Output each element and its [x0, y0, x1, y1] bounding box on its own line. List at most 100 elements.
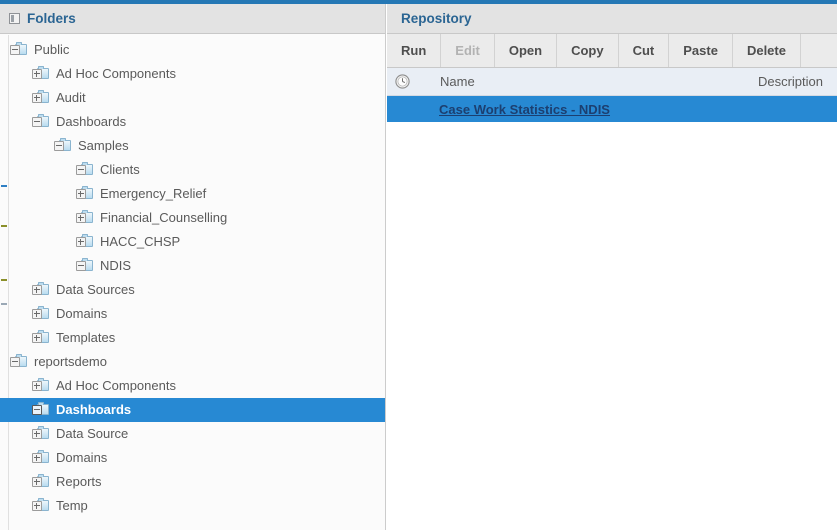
- tree-node-audit[interactable]: Audit: [0, 86, 385, 110]
- tree-node-label: Reports: [56, 474, 102, 489]
- tree-node-data-sources[interactable]: Data Sources: [0, 278, 385, 302]
- tree-node-label: Audit: [56, 90, 86, 105]
- expand-toggle-icon[interactable]: [32, 381, 42, 391]
- tree-node-ad-hoc-components[interactable]: Ad Hoc Components: [0, 374, 385, 398]
- collapse-toggle-icon[interactable]: [32, 117, 42, 127]
- tree-node-hacc-chsp[interactable]: HACC_CHSP: [0, 230, 385, 254]
- folder-closed-icon: [32, 330, 49, 345]
- collapse-toggle-icon[interactable]: [76, 261, 86, 271]
- tree-node-label: HACC_CHSP: [100, 234, 181, 249]
- tree-node-reportsdemo[interactable]: reportsdemo: [0, 350, 385, 374]
- folder-open-icon: [76, 258, 93, 273]
- tree-node-domains[interactable]: Domains: [0, 302, 385, 326]
- panel-collapse-icon[interactable]: [9, 13, 20, 24]
- collapse-toggle-icon[interactable]: [10, 45, 20, 55]
- toolbar-button-open[interactable]: Open: [495, 34, 558, 67]
- folder-closed-icon: [32, 426, 49, 441]
- expand-toggle-icon[interactable]: [32, 333, 42, 343]
- tree-node-emergency-relief[interactable]: Emergency_Relief: [0, 182, 385, 206]
- expand-toggle-icon[interactable]: [76, 237, 86, 247]
- toolbar-button-paste[interactable]: Paste: [669, 34, 733, 67]
- expand-toggle-icon[interactable]: [76, 189, 86, 199]
- expand-toggle-icon[interactable]: [32, 429, 42, 439]
- tree-node-public[interactable]: Public: [0, 38, 385, 62]
- tree-node-domains[interactable]: Domains: [0, 446, 385, 470]
- tree-node-label: Ad Hoc Components: [56, 66, 176, 81]
- folder-open-icon: [32, 402, 49, 417]
- folder-closed-icon: [32, 90, 49, 105]
- folder-closed-icon: [32, 66, 49, 81]
- toolbar-button-delete[interactable]: Delete: [733, 34, 801, 67]
- repository-toolbar: Run Edit Open Copy Cut Paste Delete: [387, 34, 837, 68]
- collapse-toggle-icon[interactable]: [32, 405, 42, 415]
- column-header-name[interactable]: Name: [440, 74, 758, 89]
- results-column-header: Name Description: [387, 68, 837, 96]
- tree-node-label: Domains: [56, 450, 108, 465]
- expand-toggle-icon[interactable]: [32, 309, 42, 319]
- toolbar-button-copy[interactable]: Copy: [557, 34, 619, 67]
- toolbar-filler: [801, 34, 837, 67]
- tree-node-label: Templates: [56, 330, 116, 345]
- tree-node-temp[interactable]: Temp: [0, 494, 385, 518]
- tree-node-financial-counselling[interactable]: Financial_Counselling: [0, 206, 385, 230]
- tree-node-templates[interactable]: Templates: [0, 326, 385, 350]
- result-row[interactable]: Case Work Statistics - NDIS: [387, 96, 837, 122]
- toolbar-button-run[interactable]: Run: [387, 34, 442, 67]
- folder-closed-icon: [32, 282, 49, 297]
- tree-node-ndis[interactable]: NDIS: [0, 254, 385, 278]
- tree-node-ad-hoc-components[interactable]: Ad Hoc Components: [0, 62, 385, 86]
- folder-closed-icon: [32, 450, 49, 465]
- repository-browser: Folders Public Ad Hoc Components Audit Dash…: [0, 0, 837, 530]
- tree-node-clients[interactable]: Clients: [0, 158, 385, 182]
- tree-node-label: Domains: [56, 306, 108, 321]
- tree-node-label: Dashboards: [56, 114, 127, 129]
- results-list: Case Work Statistics - NDIS: [387, 96, 837, 122]
- expand-toggle-icon[interactable]: [32, 93, 42, 103]
- clock-icon: [395, 74, 410, 89]
- folders-panel-title: Folders: [27, 11, 76, 26]
- expand-toggle-icon[interactable]: [76, 213, 86, 223]
- toolbar-button-cut[interactable]: Cut: [619, 34, 670, 67]
- folder-closed-icon: [32, 378, 49, 393]
- repository-panel: Repository Run Edit Open Copy Cut Paste Delete…: [387, 4, 837, 530]
- folder-closed-icon: [32, 474, 49, 489]
- tree-node-label: Data Source: [56, 426, 129, 441]
- tree-node-label: Data Sources: [56, 282, 135, 297]
- tree-node-label: Samples: [78, 138, 129, 153]
- repository-panel-header: Repository: [387, 4, 837, 34]
- folder-open-icon: [76, 162, 93, 177]
- tree-node-label: Dashboards: [56, 402, 132, 417]
- tree-node-dashboards[interactable]: Dashboards: [0, 110, 385, 134]
- folder-open-icon: [32, 114, 49, 129]
- tree-node-label: Temp: [56, 498, 88, 513]
- result-row-name-link[interactable]: Case Work Statistics - NDIS: [439, 102, 610, 117]
- folder-closed-icon: [76, 210, 93, 225]
- folder-closed-icon: [32, 498, 49, 513]
- folder-open-icon: [10, 354, 27, 369]
- expand-toggle-icon[interactable]: [32, 453, 42, 463]
- expand-toggle-icon[interactable]: [32, 285, 42, 295]
- tree-node-data-source[interactable]: Data Source: [0, 422, 385, 446]
- folders-panel: Folders Public Ad Hoc Components Audit Dash…: [0, 4, 386, 530]
- folder-tree[interactable]: Public Ad Hoc Components Audit Dashboards Sa…: [0, 35, 385, 530]
- tree-node-label: Public: [34, 42, 70, 57]
- tree-node-dashboards[interactable]: Dashboards: [0, 398, 385, 422]
- tree-node-reports[interactable]: Reports: [0, 470, 385, 494]
- collapse-toggle-icon[interactable]: [10, 357, 20, 367]
- collapse-toggle-icon[interactable]: [54, 141, 64, 151]
- tree-node-label: Ad Hoc Components: [56, 378, 176, 393]
- tree-node-label: reportsdemo: [34, 354, 107, 369]
- folder-closed-icon: [76, 234, 93, 249]
- column-header-description[interactable]: Description: [758, 74, 823, 89]
- tree-node-label: Financial_Counselling: [100, 210, 228, 225]
- expand-toggle-icon[interactable]: [32, 69, 42, 79]
- folders-panel-header: Folders: [0, 4, 385, 34]
- collapse-toggle-icon[interactable]: [76, 165, 86, 175]
- tree-node-samples[interactable]: Samples: [0, 134, 385, 158]
- tree-node-label: Emergency_Relief: [100, 186, 207, 201]
- tree-node-label: Clients: [100, 162, 140, 177]
- repository-panel-title: Repository: [401, 11, 472, 26]
- folder-closed-icon: [76, 186, 93, 201]
- expand-toggle-icon[interactable]: [32, 501, 42, 511]
- expand-toggle-icon[interactable]: [32, 477, 42, 487]
